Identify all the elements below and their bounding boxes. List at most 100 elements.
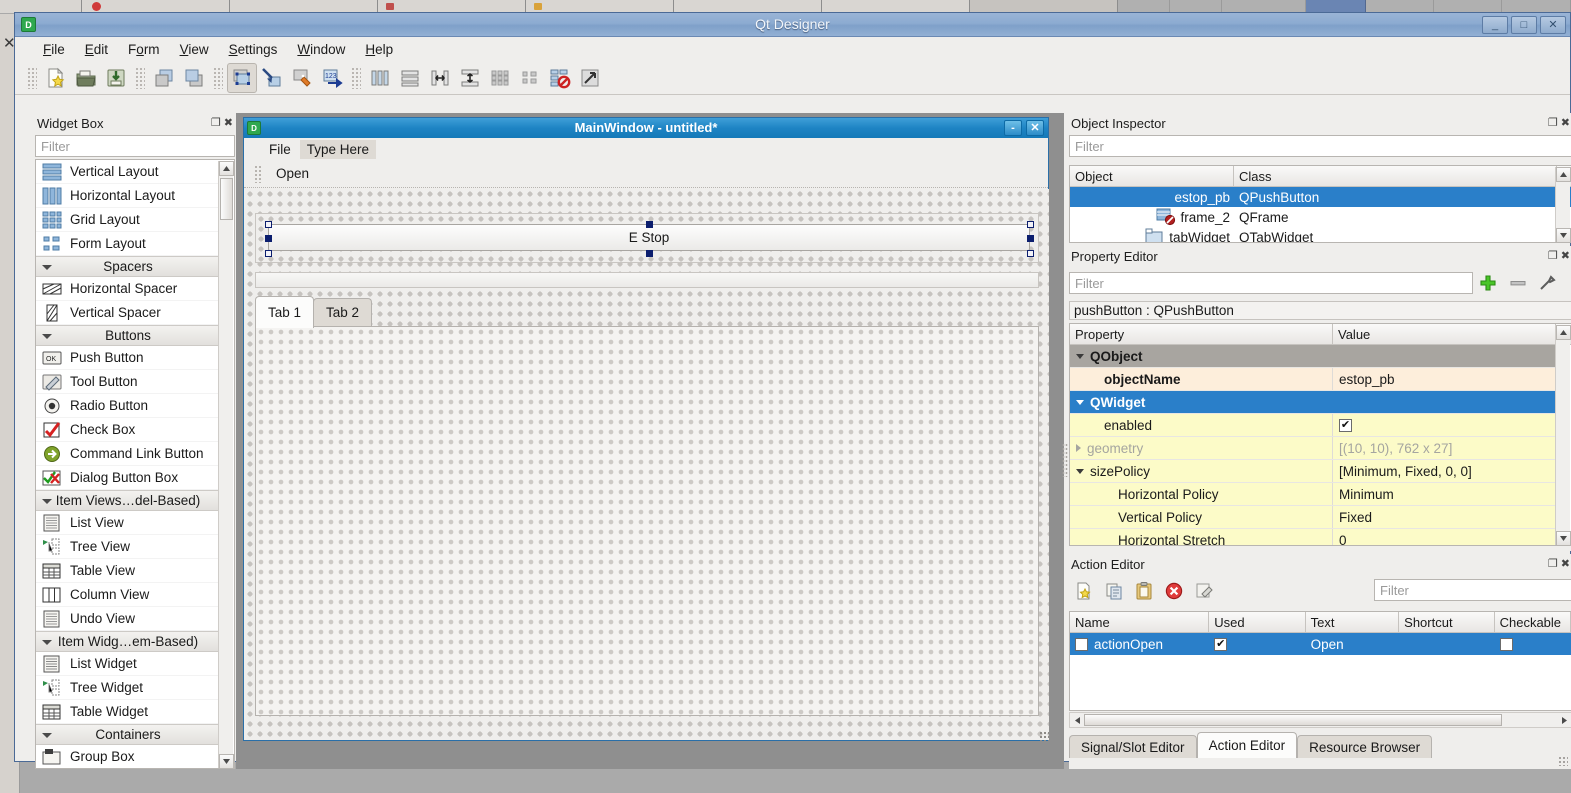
widget-box-item-table-widget[interactable]: Table Widget (36, 700, 220, 724)
selection-handle-middle-left[interactable] (265, 235, 272, 242)
selection-handle-bottom-right[interactable] (1027, 250, 1034, 257)
widget-box-item-check-box[interactable]: Check Box (36, 418, 220, 442)
new-form-icon[interactable] (41, 63, 71, 93)
maximize-button[interactable]: □ (1511, 16, 1537, 34)
new-action-icon[interactable] (1069, 578, 1099, 604)
selection-handle-middle-right[interactable] (1027, 235, 1034, 242)
remove-property-icon[interactable] (1503, 271, 1533, 295)
edit-signals-slots-icon[interactable] (257, 63, 287, 93)
widget-box-category[interactable]: Item Views…del-Based) (36, 490, 220, 511)
widget-box-scrollbar[interactable] (218, 161, 233, 769)
form-menu-file[interactable]: File (262, 140, 298, 159)
float-icon[interactable]: ❐ (1548, 118, 1558, 129)
widget-box-item-vertical-layout[interactable]: Vertical Layout (36, 160, 220, 184)
property-row[interactable]: Horizontal Stretch0 (1070, 529, 1556, 546)
widget-box-item-tree-view[interactable]: Tree View (36, 535, 220, 559)
tab-page-1[interactable] (255, 326, 1039, 716)
menu-view[interactable]: View (170, 39, 219, 60)
form-close-button[interactable]: ✕ (1026, 120, 1044, 136)
object-inspector-row[interactable]: estop_pbQPushButton (1070, 187, 1571, 207)
widget-box-list[interactable]: Vertical Layout Horizontal Layout Grid L… (35, 159, 235, 769)
widget-box-item-tool-button[interactable]: Tool Button (36, 370, 220, 394)
menu-edit[interactable]: Edit (75, 39, 118, 60)
column-header-object[interactable]: Object (1070, 166, 1234, 186)
action-used-checkbox[interactable]: ✔ (1214, 638, 1227, 651)
property-row[interactable]: objectNameestop_pb (1070, 368, 1556, 391)
widget-box-item-vertical-spacer[interactable]: Vertical Spacer (36, 301, 220, 325)
action-editor-row[interactable]: actionOpen✔Open (1070, 633, 1571, 655)
widget-box-category[interactable]: Buttons (36, 325, 220, 346)
close-icon[interactable]: ✖ (1561, 559, 1570, 570)
widget-box-item-radio-button[interactable]: Radio Button (36, 394, 220, 418)
chevron-right-icon[interactable] (1076, 444, 1081, 452)
widget-box-item-horizontal-spacer[interactable]: Horizontal Spacer (36, 277, 220, 301)
form-toolbar-grip[interactable] (254, 165, 262, 183)
float-icon[interactable]: ❐ (1548, 251, 1558, 262)
object-inspector-filter-input[interactable]: Filter (1069, 135, 1571, 157)
minimize-button[interactable]: _ (1482, 16, 1508, 34)
tab-action-editor[interactable]: Action Editor (1197, 732, 1298, 758)
layout-grid-icon[interactable] (485, 63, 515, 93)
delete-action-icon[interactable] (1159, 578, 1189, 604)
object-inspector-tree[interactable]: Object Class estop_pbQPushButton frame_2… (1069, 165, 1571, 243)
menu-form[interactable]: Form (118, 39, 170, 60)
open-form-icon[interactable] (71, 63, 101, 93)
copy-icon[interactable] (1099, 578, 1129, 604)
property-editor-scrollbar[interactable] (1555, 325, 1570, 546)
edit-tab-order-icon[interactable]: 123 (317, 63, 347, 93)
tab-resource-browser[interactable]: Resource Browser (1297, 735, 1432, 758)
widget-box-item-table-view[interactable]: Table View (36, 559, 220, 583)
tab-widget[interactable]: Tab 1 Tab 2 (255, 296, 1039, 716)
form-canvas[interactable]: E Stop Tab 1 Tab 2 (245, 189, 1049, 740)
toolbar-grip[interactable] (27, 67, 37, 89)
scroll-left-icon[interactable] (1070, 713, 1084, 727)
property-checkbox[interactable]: ✔ (1339, 419, 1352, 432)
edit-buddies-icon[interactable] (287, 63, 317, 93)
object-inspector-row[interactable]: tabWidgetQTabWidget (1070, 227, 1571, 243)
redo-icon[interactable] (179, 63, 209, 93)
action-editor-table[interactable]: Name Used Text Shortcut Checkable action… (1069, 611, 1571, 711)
widget-box-item-push-button[interactable]: OKPush Button (36, 346, 220, 370)
widget-box-item-tree-widget[interactable]: Tree Widget (36, 676, 220, 700)
layout-splitter-horizontal-icon[interactable] (425, 63, 455, 93)
toolbar-grip-4[interactable] (351, 67, 361, 89)
vertical-spacer-widget[interactable] (255, 272, 1039, 288)
column-header-value[interactable]: Value (1333, 324, 1556, 344)
form-minimize-button[interactable]: - (1004, 120, 1022, 136)
estop-frame[interactable]: E Stop (255, 213, 1039, 263)
property-row[interactable]: enabled✔ (1070, 414, 1556, 437)
close-button[interactable]: ✕ (1540, 16, 1566, 34)
toolbar-grip-3[interactable] (213, 67, 223, 89)
scroll-down-icon[interactable] (1556, 531, 1571, 546)
adjust-size-icon[interactable] (575, 63, 605, 93)
toolbar-grip-2[interactable] (135, 67, 145, 89)
close-icon[interactable]: ✖ (1561, 251, 1570, 262)
layout-horizontally-icon[interactable] (365, 63, 395, 93)
scroll-up-icon[interactable] (1556, 325, 1571, 340)
scroll-down-icon[interactable] (219, 754, 234, 769)
column-header-checkable[interactable]: Checkable (1495, 612, 1571, 632)
property-editor-table[interactable]: Property Value QObjectobjectNameestop_pb… (1069, 323, 1571, 546)
save-form-icon[interactable] (101, 63, 131, 93)
window-resize-grip[interactable] (1558, 756, 1568, 766)
menu-file[interactable]: File (33, 39, 75, 60)
property-row[interactable]: sizePolicy[Minimum, Fixed, 0, 0] (1070, 460, 1556, 483)
property-row[interactable]: QObject (1070, 345, 1556, 368)
tab-2[interactable]: Tab 2 (313, 298, 372, 326)
scrollbar-thumb[interactable] (220, 178, 233, 220)
selection-handle-top-right[interactable] (1027, 221, 1034, 228)
widget-box-item-command-link-button[interactable]: Command Link Button (36, 442, 220, 466)
menu-help[interactable]: Help (355, 39, 403, 60)
action-editor-hscrollbar[interactable] (1069, 712, 1571, 728)
object-inspector-scrollbar[interactable] (1555, 167, 1570, 243)
column-header-class[interactable]: Class (1234, 166, 1557, 186)
action-checkable-checkbox[interactable] (1500, 638, 1513, 651)
property-row[interactable]: Vertical PolicyFixed (1070, 506, 1556, 529)
selection-handle-top-center[interactable] (646, 221, 653, 228)
layout-splitter-vertical-icon[interactable] (455, 63, 485, 93)
scroll-right-icon[interactable] (1557, 713, 1571, 727)
scroll-down-icon[interactable] (1556, 228, 1571, 243)
edit-widgets-icon[interactable] (227, 63, 257, 93)
property-row[interactable]: Horizontal PolicyMinimum (1070, 483, 1556, 506)
property-row[interactable]: QWidget (1070, 391, 1556, 414)
